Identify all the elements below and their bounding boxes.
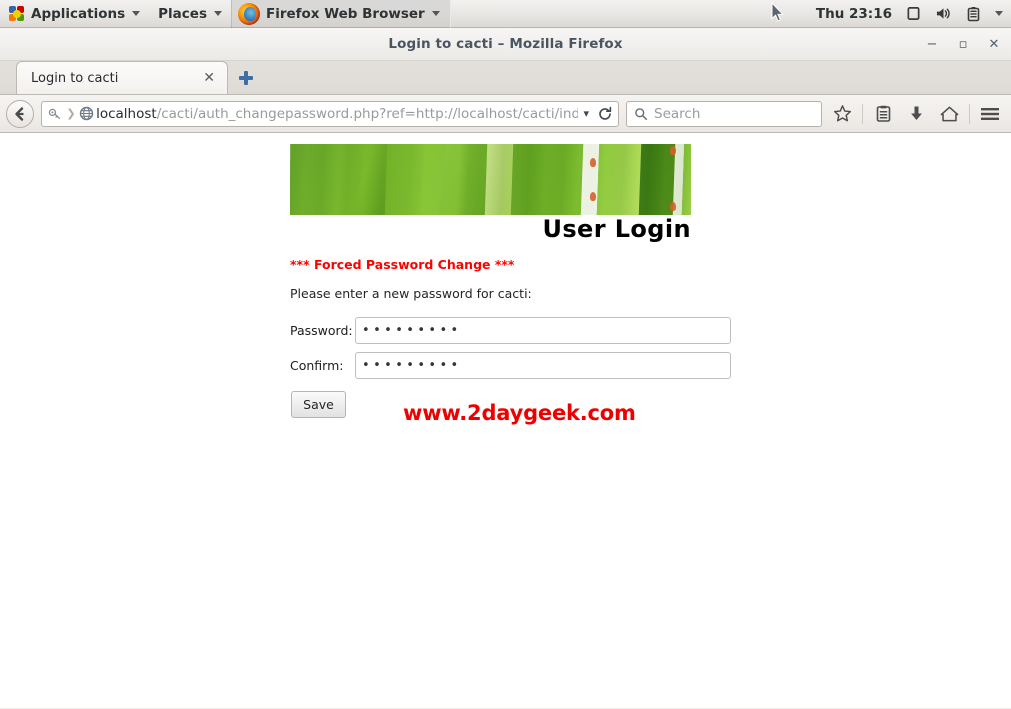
minimize-button[interactable]: − — [925, 38, 939, 51]
menu-hamburger-icon[interactable] — [977, 101, 1003, 127]
chevron-down-icon — [213, 11, 222, 16]
system-menu-caret-icon[interactable] — [995, 11, 1003, 16]
confirm-password-input[interactable]: ••••••••• — [355, 352, 731, 379]
password-label: Password: — [290, 323, 353, 338]
navigation-toolbar: ❯ localhost/cacti/auth_changepassword.ph… — [0, 95, 1011, 133]
search-icon — [634, 107, 648, 121]
search-input[interactable]: Search — [626, 100, 822, 127]
password-input[interactable]: ••••••••• — [355, 317, 731, 344]
battery-icon[interactable] — [964, 5, 982, 23]
home-icon[interactable] — [936, 101, 962, 127]
cacti-login-banner-image — [290, 144, 691, 215]
confirm-row: Confirm: ••••••••• — [290, 352, 731, 379]
identity-key-icon[interactable] — [46, 107, 66, 121]
downloads-icon[interactable] — [903, 101, 929, 127]
taskbar-item-label: Firefox Web Browser — [265, 5, 425, 22]
tab-label: Login to cacti — [31, 70, 119, 86]
window-titlebar: Login to cacti – Mozilla Firefox − ▫ ✕ — [0, 28, 1011, 61]
tab-strip: Login to cacti ✕ — [0, 61, 1011, 95]
page-title: User Login — [542, 215, 691, 243]
chevron-down-icon — [431, 11, 440, 16]
back-button[interactable] — [6, 99, 34, 128]
applications-icon — [9, 5, 25, 22]
page-content: User Login *** Forced Password Change **… — [0, 133, 1011, 708]
change-password-form: Password: ••••••••• Confirm: ••••••••• — [290, 317, 731, 387]
address-bar-text[interactable]: localhost/cacti/auth_changepassword.php?… — [96, 106, 578, 122]
reload-icon[interactable] — [594, 106, 616, 122]
display-icon[interactable] — [904, 5, 922, 23]
watermark-text: www.2daygeek.com — [403, 401, 636, 425]
close-button[interactable]: ✕ — [987, 38, 1001, 51]
url-path: /cacti/auth_changepassword.php?ref=http:… — [156, 105, 579, 122]
toolbar-separator — [969, 103, 970, 124]
save-button[interactable]: Save — [291, 391, 346, 418]
toolbar-separator — [862, 103, 863, 124]
tab-login-to-cacti[interactable]: Login to cacti ✕ — [16, 61, 228, 94]
bookmark-star-icon[interactable] — [829, 101, 855, 127]
new-tab-button[interactable] — [235, 67, 257, 89]
applications-menu-label: Applications — [31, 5, 126, 22]
address-bar[interactable]: ❯ localhost/cacti/auth_changepassword.ph… — [41, 100, 619, 127]
url-host: localhost — [96, 105, 157, 122]
firefox-icon — [237, 2, 260, 25]
chevron-down-icon — [132, 11, 141, 16]
desktop-top-panel: Applications Places Firefox Web Browser … — [0, 0, 1011, 28]
window-title: Login to cacti – Mozilla Firefox — [388, 36, 623, 52]
clock[interactable]: Thu 23:16 — [816, 6, 892, 22]
places-menu[interactable]: Places — [149, 0, 231, 28]
address-dropdown-icon[interactable]: ▾ — [578, 107, 594, 120]
password-row: Password: ••••••••• — [290, 317, 731, 344]
search-placeholder: Search — [654, 105, 701, 122]
window-controls: − ▫ ✕ — [925, 28, 1007, 61]
identity-chevron-icon: ❯ — [66, 107, 76, 120]
places-menu-label: Places — [158, 5, 207, 22]
taskbar-item-firefox[interactable]: Firefox Web Browser — [230, 0, 451, 28]
maximize-button[interactable]: ▫ — [956, 38, 970, 51]
globe-icon — [78, 106, 97, 121]
applications-menu[interactable]: Applications — [0, 0, 149, 28]
instructions-text: Please enter a new password for cacti: — [290, 286, 532, 301]
reader-list-icon[interactable] — [870, 101, 896, 127]
confirm-label: Confirm: — [290, 358, 344, 373]
firefox-window: Login to cacti – Mozilla Firefox − ▫ ✕ L… — [0, 28, 1011, 709]
tab-close-icon[interactable]: ✕ — [199, 70, 219, 86]
volume-icon[interactable] — [934, 5, 952, 23]
forced-password-change-message: *** Forced Password Change *** — [290, 257, 515, 272]
panel-status-area: Thu 23:16 — [816, 5, 1011, 23]
